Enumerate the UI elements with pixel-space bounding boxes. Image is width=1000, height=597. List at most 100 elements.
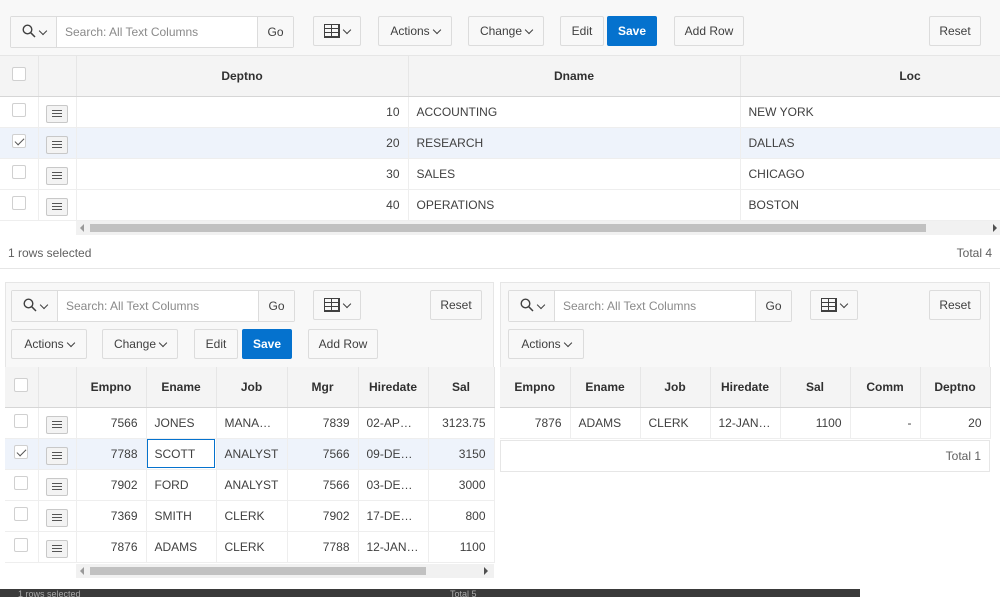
table-row[interactable]: 7902 FORD ANALYST 7566 03-DEC-... 3000 xyxy=(5,469,495,501)
ename-cell-active[interactable]: SCOTT xyxy=(146,438,217,470)
top-reset-button[interactable]: Reset xyxy=(929,16,981,46)
left-actions-button[interactable]: Actions xyxy=(11,329,87,359)
job-cell[interactable]: CLERK xyxy=(640,407,711,439)
table-row[interactable]: 7369 SMITH CLERK 7902 17-DEC-... 800 xyxy=(5,500,495,532)
column-header[interactable]: Mgr xyxy=(287,367,359,408)
mgr-cell[interactable]: 7788 xyxy=(287,531,359,563)
column-header[interactable]: Hiredate xyxy=(358,367,429,408)
loc-cell[interactable]: CHICAGO xyxy=(740,158,1000,190)
table-row[interactable]: 10 ACCOUNTING NEW YORK xyxy=(0,96,1000,128)
top-save-button[interactable]: Save xyxy=(607,16,657,46)
ename-cell[interactable]: ADAMS xyxy=(146,531,217,563)
mgr-cell[interactable]: 7839 xyxy=(287,407,359,439)
empno-cell[interactable]: 7902 xyxy=(76,469,147,501)
left-horizontal-scrollbar[interactable] xyxy=(76,564,494,578)
hiredate-cell[interactable]: 12-JAN-8... xyxy=(358,531,429,563)
deptno-cell[interactable]: 30 xyxy=(76,158,409,190)
table-row[interactable]: 30 SALES CHICAGO xyxy=(0,158,1000,190)
hiredate-cell[interactable]: 02-APR-8... xyxy=(358,407,429,439)
left-search-input[interactable] xyxy=(58,291,258,321)
top-edit-button[interactable]: Edit xyxy=(560,16,604,46)
column-header[interactable]: Job xyxy=(640,367,711,408)
select-all-header[interactable] xyxy=(5,367,39,408)
mgr-cell[interactable]: 7566 xyxy=(287,438,359,470)
top-go-button[interactable]: Go xyxy=(257,17,293,47)
hiredate-cell[interactable]: 17-DEC-... xyxy=(358,500,429,532)
ename-cell[interactable]: FORD xyxy=(146,469,217,501)
left-edit-button[interactable]: Edit xyxy=(194,329,238,359)
row-menu-icon[interactable] xyxy=(46,135,68,154)
ename-cell[interactable]: ADAMS xyxy=(570,407,641,439)
row-checkbox[interactable] xyxy=(14,476,29,490)
column-header[interactable]: Job xyxy=(216,367,288,408)
table-row[interactable]: 7566 JONES MANAGE... 7839 02-APR-8... 31… xyxy=(5,407,495,439)
column-header[interactable]: Sal xyxy=(780,367,851,408)
scroll-left-icon[interactable] xyxy=(80,567,84,575)
top-actions-button[interactable]: Actions xyxy=(378,16,452,46)
left-change-button[interactable]: Change xyxy=(102,329,178,359)
job-cell[interactable]: CLERK xyxy=(216,500,288,532)
select-all-checkbox[interactable] xyxy=(11,67,26,82)
row-menu-icon[interactable] xyxy=(46,166,68,185)
row-checkbox[interactable] xyxy=(11,134,26,148)
hiredate-cell[interactable]: 09-DEC-... xyxy=(358,438,429,470)
row-menu-icon[interactable] xyxy=(46,477,68,496)
job-cell[interactable]: CLERK xyxy=(216,531,288,563)
hiredate-cell[interactable]: 12-JAN-... xyxy=(710,407,781,439)
scroll-right-icon[interactable] xyxy=(993,224,997,232)
job-cell[interactable]: MANAGE... xyxy=(216,407,288,439)
row-menu-icon[interactable] xyxy=(46,104,68,123)
top-change-button[interactable]: Change xyxy=(468,16,544,46)
sal-cell[interactable]: 800 xyxy=(428,500,495,532)
mgr-cell[interactable]: 7566 xyxy=(287,469,359,501)
dname-cell[interactable]: RESEARCH xyxy=(408,127,741,159)
row-menu-icon[interactable] xyxy=(46,415,68,434)
row-menu-icon[interactable] xyxy=(46,508,68,527)
row-checkbox[interactable] xyxy=(11,103,26,117)
column-header[interactable]: Dname xyxy=(408,56,741,97)
job-cell[interactable]: ANALYST xyxy=(216,438,288,470)
empno-cell[interactable]: 7788 xyxy=(76,438,147,470)
left-reset-button[interactable]: Reset xyxy=(430,290,482,320)
row-checkbox[interactable] xyxy=(14,445,29,459)
left-add-row-button[interactable]: Add Row xyxy=(308,329,378,359)
column-header[interactable]: Empno xyxy=(76,367,147,408)
sal-cell[interactable]: 3150 xyxy=(428,438,495,470)
right-view-selector-button[interactable] xyxy=(810,290,858,320)
column-header[interactable]: Deptno xyxy=(76,56,409,97)
column-header[interactable]: Hiredate xyxy=(710,367,781,408)
left-save-button[interactable]: Save xyxy=(242,329,292,359)
sal-cell[interactable]: 1100 xyxy=(780,407,851,439)
right-actions-button[interactable]: Actions xyxy=(508,329,584,359)
right-search-column-selector[interactable] xyxy=(509,291,555,321)
scrollbar-thumb[interactable] xyxy=(90,224,926,232)
dname-cell[interactable]: SALES xyxy=(408,158,741,190)
deptno-cell[interactable]: 10 xyxy=(76,96,409,128)
table-row[interactable]: 40 OPERATIONS BOSTON xyxy=(0,189,1000,221)
row-checkbox[interactable] xyxy=(14,538,29,552)
row-checkbox[interactable] xyxy=(14,414,29,428)
table-row[interactable]: 20 RESEARCH DALLAS xyxy=(0,127,1000,159)
row-menu-icon[interactable] xyxy=(46,197,68,216)
left-go-button[interactable]: Go xyxy=(258,291,294,321)
top-view-selector-button[interactable] xyxy=(313,16,361,46)
right-search-input[interactable] xyxy=(555,291,755,321)
left-view-selector-button[interactable] xyxy=(313,290,361,320)
deptno-cell[interactable]: 40 xyxy=(76,189,409,221)
top-horizontal-scrollbar[interactable] xyxy=(76,221,1000,235)
dname-cell[interactable]: OPERATIONS xyxy=(408,189,741,221)
loc-cell[interactable]: BOSTON xyxy=(740,189,1000,221)
row-checkbox[interactable] xyxy=(11,196,26,210)
top-add-row-button[interactable]: Add Row xyxy=(674,16,744,46)
column-header[interactable]: Ename xyxy=(570,367,641,408)
right-reset-button[interactable]: Reset xyxy=(929,290,981,320)
empno-cell[interactable]: 7876 xyxy=(500,407,571,439)
empno-cell[interactable]: 7369 xyxy=(76,500,147,532)
mgr-cell[interactable]: 7902 xyxy=(287,500,359,532)
right-go-button[interactable]: Go xyxy=(755,291,791,321)
column-header[interactable]: Comm xyxy=(850,367,921,408)
deptno-cell[interactable]: 20 xyxy=(76,127,409,159)
table-row[interactable]: 7788 SCOTT ANALYST 7566 09-DEC-... 3150 xyxy=(5,438,495,470)
ename-cell[interactable]: SMITH xyxy=(146,500,217,532)
column-header[interactable]: Sal xyxy=(428,367,495,408)
